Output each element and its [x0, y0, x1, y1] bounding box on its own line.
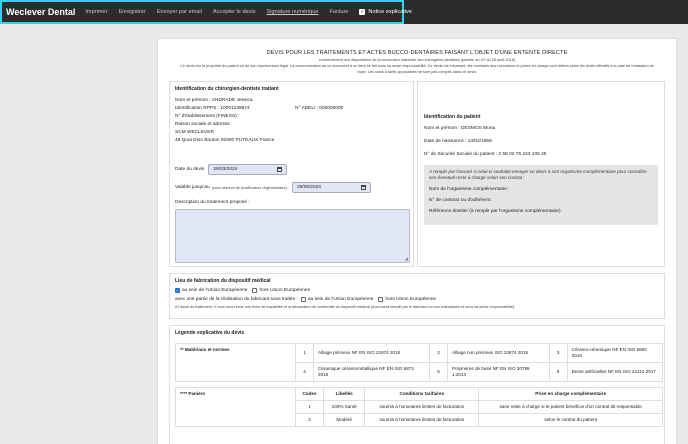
sub-eu-checkbox[interactable] — [300, 297, 306, 303]
material-label: Céramique céramométallique NF EN ISO 687… — [313, 362, 430, 383]
material-label: Alliage non précieux ISO 22674 2016 — [446, 343, 550, 364]
non-eu-label: hors Union Européenne — [259, 288, 311, 294]
quote-document: DEVIS POUR LES TRAITEMENTS ET ACTES BUCC… — [157, 38, 677, 444]
panier-conditions: soumis à honoraires limites de facturati… — [364, 400, 480, 415]
paniers-label: **** Paniers — [175, 387, 296, 428]
material-label: Alliage précieux NF EN ISO 22674 2016 — [313, 343, 430, 364]
materials-label: ** Matériaux et normes — [175, 343, 296, 383]
dentist-heading: Identification du chirurgien-dentiste tr… — [175, 86, 279, 93]
patient-dob: Date de naissance : 13/02/1958 — [424, 139, 492, 145]
print-button[interactable]: Imprimer — [85, 9, 107, 15]
treatment-desc-label: Description du traitement proposé : — [175, 200, 250, 206]
patient-section: Identification du patient Nom et prénom … — [417, 81, 665, 268]
patient-ss-number: N° de Sécurité Sociale du patient : 2 58… — [424, 152, 547, 158]
non-eu-checkbox[interactable] — [252, 288, 258, 294]
table-header-row: **** Paniers Codes Libellés Conditions t… — [175, 387, 663, 428]
patient-name: Nom et prénom : DESMOS Mona — [424, 126, 496, 132]
accept-quote-button[interactable]: Accepter le devis — [213, 9, 256, 15]
sub-eu-label: au sein de l'Union Européenne — [307, 297, 374, 303]
valid-until-input[interactable]: 29/09/2024 — [291, 182, 371, 194]
dentist-rpps: Identification RPPS : 10001239874 — [175, 106, 250, 112]
dossier-reference-field[interactable]: Référence dossier (à remplir par l'organ… — [429, 209, 653, 214]
dentist-adeli: N° ADELI : 000000000 — [295, 106, 344, 112]
paniers-table: **** Paniers Codes Libellés Conditions t… — [175, 387, 663, 428]
panier-label: 100% Santé — [322, 400, 366, 415]
panier-conditions: soumis à honoraires limites de facturati… — [364, 413, 480, 428]
calendar-icon[interactable] — [277, 167, 283, 173]
material-label: Céramo-céramique NF EN ISO 9693 2016 — [566, 343, 664, 364]
legend-heading: Légende explicative du devis — [175, 330, 245, 337]
document-subtitle: conformément aux dispositions de la conv… — [318, 58, 516, 62]
panier-coverage: sans reste à charge si le patient bénéfi… — [478, 400, 663, 415]
legend-section: Légende explicative du devis ** Matériau… — [169, 325, 665, 444]
column-header: Libellés — [322, 387, 366, 402]
panier-coverage: selon le contrat du patient — [478, 413, 663, 428]
column-header: Prise en charge complémentaire — [478, 387, 663, 402]
panier-code: 1 — [295, 400, 324, 415]
valid-until-note: (sous réserve de modification réglementa… — [211, 185, 289, 190]
document-title: DEVIS POUR LES TRAITEMENTS ET ACTES BUCC… — [266, 50, 568, 56]
notice-checkbox[interactable]: ✓ — [359, 9, 366, 15]
materials-table: ** Matériaux et normes 1 Alliage précieu… — [175, 343, 664, 383]
quote-date-input[interactable]: 29/03/2024 — [208, 164, 288, 176]
save-button[interactable]: Enregistrer — [118, 9, 145, 15]
dentist-company: SCM WECLEVER — [175, 130, 214, 136]
document-intro: Ce devis est la propriété du patient ou … — [180, 64, 654, 74]
quote-date-value: 29/03/2024 — [213, 167, 238, 173]
invoice-button[interactable]: Facture — [329, 9, 348, 15]
material-code: 4 — [295, 362, 314, 383]
material-code: 1 — [295, 343, 314, 364]
dentist-address: 49 Quai Dion Bouton 92800 PUTEAUX France — [175, 138, 275, 144]
calendar-icon[interactable] — [360, 185, 366, 191]
traceability-note: A l'issue du traitement, il vous sera re… — [175, 305, 516, 310]
dentist-name: Nom et prénom : ANDRADE Jessica — [175, 98, 253, 104]
complementary-org-box: A remplir par l'assuré si celui-ci souha… — [424, 165, 658, 226]
column-header: Conditions tarifaires — [364, 387, 480, 402]
contract-number-field[interactable]: N° de contract ou d'adhérent : — [429, 198, 653, 203]
table-row: ** Matériaux et normes 1 Alliage précieu… — [175, 343, 664, 383]
notice-toggle[interactable]: ✓ Notice explicative — [359, 9, 412, 15]
dentist-section: Identification du chirurgien-dentiste tr… — [169, 81, 414, 268]
digital-signature-button[interactable]: Signature numérique — [267, 9, 319, 15]
sub-non-eu-label: hors Union Européenne — [385, 297, 437, 303]
send-email-button[interactable]: Envoyer par email — [157, 9, 202, 15]
fabrication-heading: Lieu de fabrication du dispositif médica… — [175, 278, 271, 285]
valid-until-label: Valable jusqu'au — [175, 185, 210, 191]
top-toolbar: Weclever Dental Imprimer Enregistrer Env… — [0, 0, 688, 24]
treatment-desc-textarea[interactable]: ◢ — [175, 209, 410, 264]
valid-until-value: 29/09/2024 — [296, 185, 321, 191]
dentist-raison-label: Raison sociale et adresse : — [175, 122, 233, 128]
sub-non-eu-checkbox[interactable] — [378, 297, 384, 303]
panier-label: Modéré — [322, 413, 366, 428]
column-header: Codes — [295, 387, 324, 402]
eu-checkbox[interactable]: ✓ — [175, 288, 180, 294]
material-label: Polymères de base NF EN ISO 20795 1:2013 — [446, 362, 550, 383]
material-code: 3 — [548, 343, 568, 364]
patient-heading: Identification du patient — [424, 114, 481, 121]
app-brand: Weclever Dental — [6, 7, 76, 17]
dentist-finess: N° d'établissement (FINESS) : — [175, 114, 240, 120]
material-code: 5 — [428, 362, 448, 383]
material-code: 6 — [548, 362, 568, 383]
panier-code: 2 — [295, 413, 324, 428]
fabrication-section: Lieu de fabrication du dispositif médica… — [169, 273, 665, 320]
resize-grip-icon[interactable]: ◢ — [405, 256, 408, 261]
notice-label: Notice explicative — [368, 9, 412, 15]
material-code: 2 — [428, 343, 448, 364]
quote-date-label: Date du devis — [175, 167, 205, 173]
subcontracted-label: avec une partie de la réalisation du fab… — [175, 297, 298, 303]
complementary-note: A remplir par l'assuré si celui-ci souha… — [429, 169, 647, 181]
org-name-field[interactable]: Nom de l'organisme complémentaire : — [429, 187, 653, 192]
eu-label: au sein de l'Union Européenne — [182, 288, 248, 294]
toolbar-focus-frame: Weclever Dental Imprimer Enregistrer Env… — [0, 0, 412, 24]
material-label: Dents artificielles NF EN ISO 22112 2017 — [566, 362, 664, 383]
